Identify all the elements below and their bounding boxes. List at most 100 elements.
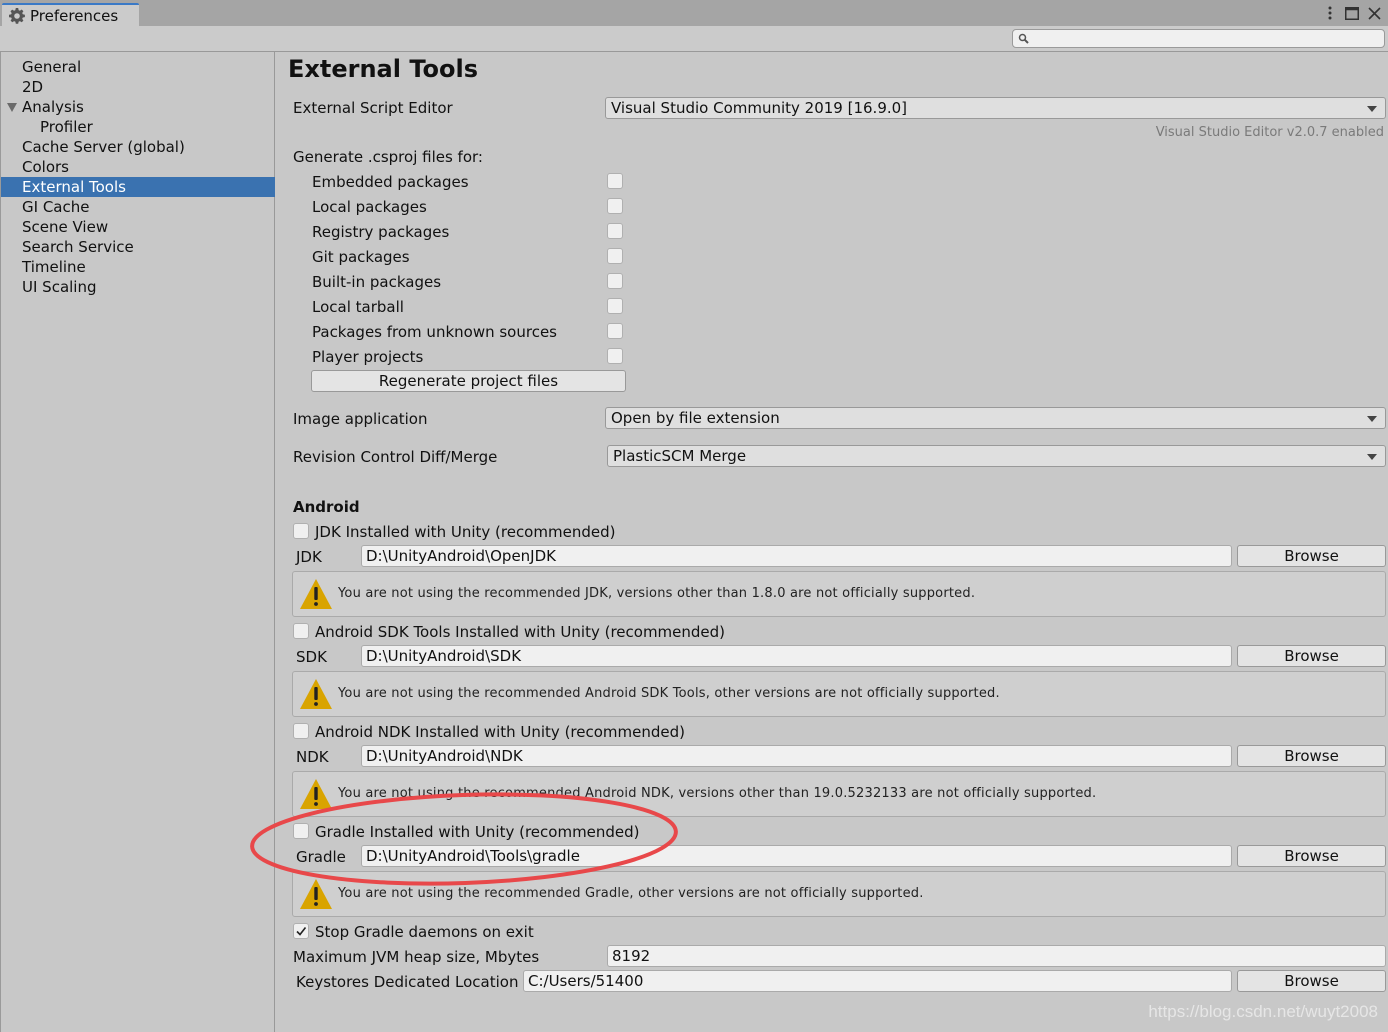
ndk-field-label: NDK	[296, 748, 329, 766]
sdk-warning-box: You are not using the recommended Androi…	[292, 671, 1386, 717]
ndk-path-input[interactable]: D:\UnityAndroid\NDK	[361, 745, 1232, 767]
gradle-installed-label: Gradle Installed with Unity (recommended…	[315, 823, 640, 841]
local-tarball-checkbox[interactable]	[607, 298, 623, 314]
gear-icon	[9, 7, 25, 24]
jdk-installed-checkbox[interactable]	[293, 523, 309, 539]
keystores-browse-button[interactable]: Browse	[1237, 970, 1386, 992]
ndk-installed-label: Android NDK Installed with Unity (recomm…	[315, 723, 686, 741]
csproj-option-label: Packages from unknown sources	[312, 323, 557, 341]
csproj-option-label: Player projects	[312, 348, 424, 366]
sidebar-item-label: Analysis	[22, 98, 84, 116]
stop-gradle-checkbox[interactable]	[293, 923, 309, 939]
sidebar-item-search-service[interactable]: Search Service	[1, 237, 275, 257]
sidebar-item-label: UI Scaling	[22, 278, 97, 296]
sdk-installed-checkbox[interactable]	[293, 623, 309, 639]
maximize-icon[interactable]	[1344, 4, 1360, 22]
ndk-browse-button[interactable]: Browse	[1237, 745, 1386, 767]
keystores-path-input[interactable]: C:/Users/51400	[523, 970, 1232, 992]
tab-title: Preferences	[30, 6, 119, 25]
sidebar-item-timeline[interactable]: Timeline	[1, 257, 275, 277]
sidebar-item-label: 2D	[22, 78, 44, 96]
checkmark-icon	[296, 927, 307, 936]
player-projects-checkbox[interactable]	[607, 348, 623, 364]
chevron-down-icon	[1367, 416, 1377, 422]
fold-arrow-icon[interactable]	[7, 103, 17, 112]
sidebar-item-cache-server[interactable]: Cache Server (global)	[1, 137, 275, 157]
regenerate-project-files-button[interactable]: Regenerate project files	[311, 370, 626, 392]
csproj-heading: Generate .csproj files for:	[293, 148, 483, 166]
sidebar-item-colors[interactable]: Colors	[1, 157, 275, 177]
sidebar: General 2D Analysis Profiler Cache Serve…	[0, 52, 275, 1032]
sidebar-item-label: Profiler	[40, 118, 93, 136]
jvm-heap-input[interactable]: 8192	[607, 945, 1386, 967]
sidebar-item-analysis[interactable]: Analysis	[1, 97, 275, 117]
script-editor-label: External Script Editor	[293, 99, 453, 117]
csproj-option-label: Git packages	[312, 248, 410, 266]
csproj-option-label: Registry packages	[312, 223, 450, 241]
embedded-packages-checkbox[interactable]	[607, 173, 623, 189]
script-editor-dropdown[interactable]: Visual Studio Community 2019 [16.9.0]	[605, 97, 1386, 119]
toolbar	[0, 26, 1388, 52]
sidebar-item-label: Timeline	[22, 258, 86, 276]
gradle-warning-text: You are not using the recommended Gradle…	[338, 886, 924, 901]
csproj-option-label: Embedded packages	[312, 173, 469, 191]
sdk-path-input[interactable]: D:\UnityAndroid\SDK	[361, 645, 1232, 667]
ndk-warning-box: You are not using the recommended Androi…	[292, 771, 1386, 817]
sidebar-item-ui-scaling[interactable]: UI Scaling	[1, 277, 275, 297]
sdk-field-label: SDK	[296, 648, 327, 666]
main-panel: External Tools External Script Editor Vi…	[276, 52, 1388, 1032]
sidebar-item-label: Scene View	[22, 218, 109, 236]
gradle-field-label: Gradle	[296, 848, 346, 866]
revision-control-dropdown[interactable]: PlasticSCM Merge	[607, 445, 1386, 467]
revision-control-value: PlasticSCM Merge	[613, 447, 747, 465]
sidebar-item-2d[interactable]: 2D	[1, 77, 275, 97]
page-title: External Tools	[288, 55, 478, 83]
jdk-path-input[interactable]: D:\UnityAndroid\OpenJDK	[361, 545, 1232, 567]
image-application-dropdown[interactable]: Open by file extension	[605, 407, 1386, 429]
watermark: https://blog.csdn.net/wuyt2008	[1148, 1002, 1378, 1021]
gradle-installed-checkbox[interactable]	[293, 823, 309, 839]
warning-icon	[300, 779, 332, 809]
android-heading: Android	[293, 498, 360, 516]
jdk-installed-label: JDK Installed with Unity (recommended)	[315, 523, 616, 541]
builtin-packages-checkbox[interactable]	[607, 273, 623, 289]
sidebar-item-label: GI Cache	[22, 198, 90, 216]
image-application-value: Open by file extension	[611, 409, 780, 427]
csproj-option-label: Local packages	[312, 198, 427, 216]
kebab-menu-icon[interactable]	[1322, 4, 1338, 22]
warning-icon	[300, 679, 332, 709]
sidebar-item-scene-view[interactable]: Scene View	[1, 217, 275, 237]
local-packages-checkbox[interactable]	[607, 198, 623, 214]
sdk-warning-text: You are not using the recommended Androi…	[338, 686, 1000, 701]
git-packages-checkbox[interactable]	[607, 248, 623, 264]
tab-preferences[interactable]: Preferences	[2, 3, 139, 26]
sidebar-item-label: External Tools	[22, 178, 126, 196]
sidebar-item-gi-cache[interactable]: GI Cache	[1, 197, 275, 217]
csproj-option-label: Local tarball	[312, 298, 404, 316]
revision-control-label: Revision Control Diff/Merge	[293, 448, 498, 466]
sidebar-item-label: Colors	[22, 158, 69, 176]
close-icon[interactable]	[1366, 4, 1382, 22]
gradle-browse-button[interactable]: Browse	[1237, 845, 1386, 867]
sdk-installed-label: Android SDK Tools Installed with Unity (…	[315, 623, 726, 641]
registry-packages-checkbox[interactable]	[607, 223, 623, 239]
image-application-label: Image application	[293, 410, 428, 428]
csproj-option-label: Built-in packages	[312, 273, 442, 291]
ndk-installed-checkbox[interactable]	[293, 723, 309, 739]
keystores-label: Keystores Dedicated Location	[296, 973, 519, 991]
gradle-path-input[interactable]: D:\UnityAndroid\Tools\gradle	[361, 845, 1232, 867]
gradle-warning-box: You are not using the recommended Gradle…	[292, 871, 1386, 917]
unknown-sources-checkbox[interactable]	[607, 323, 623, 339]
script-editor-value: Visual Studio Community 2019 [16.9.0]	[611, 99, 908, 117]
sidebar-item-general[interactable]: General	[1, 57, 275, 77]
sdk-browse-button[interactable]: Browse	[1237, 645, 1386, 667]
jdk-warning-text: You are not using the recommended JDK, v…	[338, 586, 976, 601]
sidebar-item-external-tools[interactable]: External Tools	[1, 177, 275, 197]
jdk-warning-box: You are not using the recommended JDK, v…	[292, 571, 1386, 617]
jvm-heap-label: Maximum JVM heap size, Mbytes	[293, 948, 540, 966]
search-input[interactable]	[1012, 29, 1385, 48]
jdk-browse-button[interactable]: Browse	[1237, 545, 1386, 567]
sidebar-item-profiler[interactable]: Profiler	[1, 117, 275, 137]
warning-icon	[300, 579, 332, 609]
warning-icon	[300, 879, 332, 909]
